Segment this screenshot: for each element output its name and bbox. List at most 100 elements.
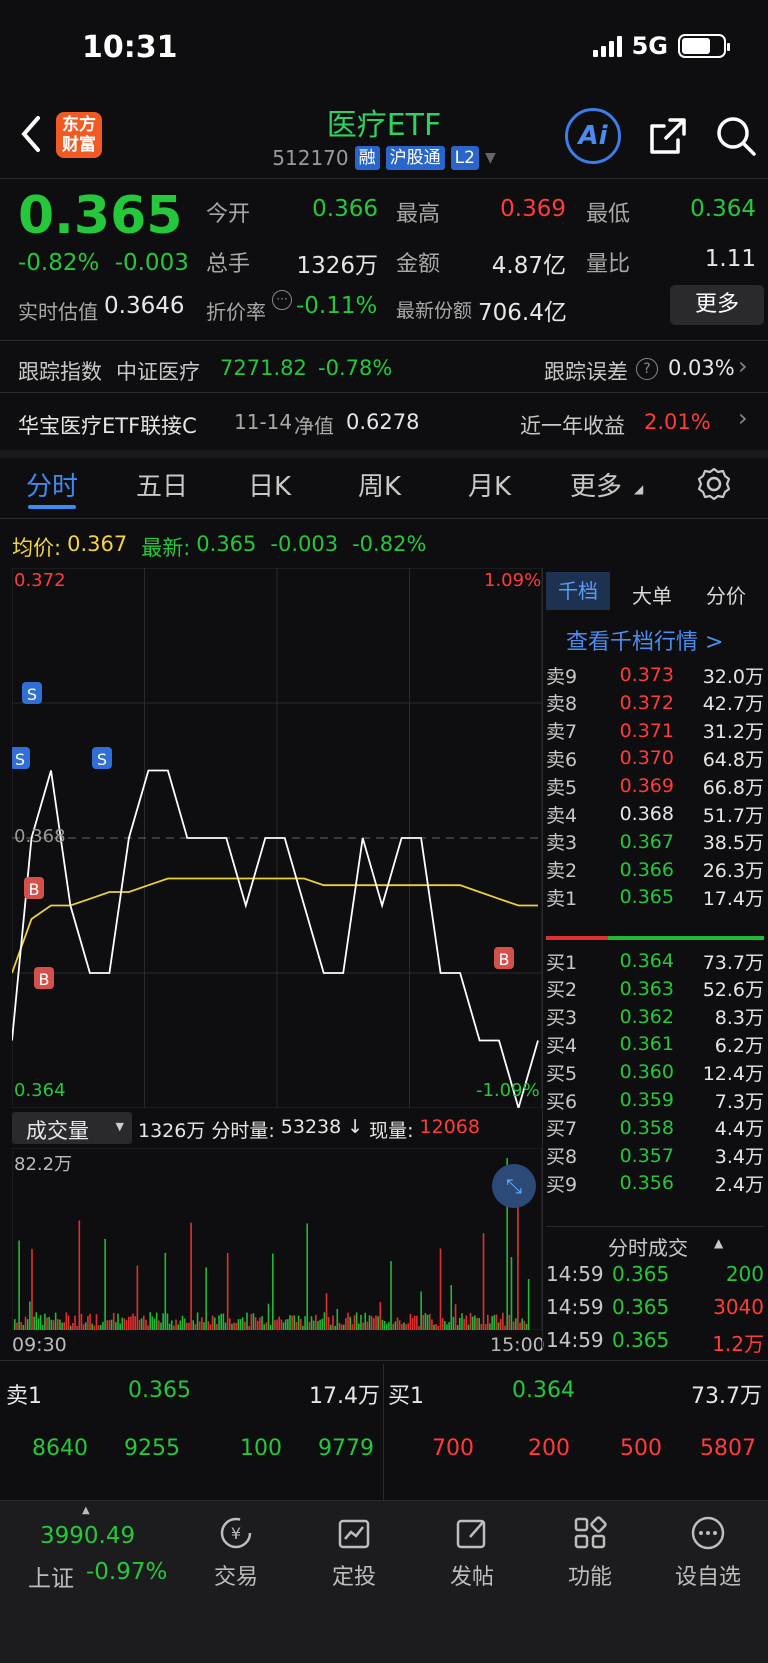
- volume-bar: [69, 1325, 72, 1330]
- chevron-right-icon[interactable]: ›: [738, 404, 748, 432]
- chevron-down-icon[interactable]: ▼: [485, 150, 496, 166]
- bid-row[interactable]: 买4 0.361 6.2万: [546, 1029, 764, 1059]
- linked-fund-name[interactable]: 华宝医疗ETF联接C: [18, 410, 197, 440]
- volume-bar: [523, 1320, 526, 1330]
- ask-row[interactable]: 卖4 0.368 51.7万: [546, 799, 764, 829]
- tab-price-distribution[interactable]: 分价: [706, 580, 746, 609]
- chart-header: 均价: 0.367 最新: 0.365 -0.003 -0.82%: [12, 532, 426, 562]
- volume-bar: [134, 1316, 136, 1330]
- expand-icon[interactable]: ⤡: [492, 1164, 536, 1208]
- settings-icon[interactable]: [696, 466, 732, 502]
- volume-bar: [401, 1323, 403, 1330]
- ask-queue-2: 9255: [124, 1436, 180, 1461]
- share-icon[interactable]: [646, 114, 690, 158]
- volume-bar: [469, 1312, 472, 1330]
- bid-row[interactable]: 买5 0.360 12.4万: [546, 1057, 764, 1087]
- price-chart[interactable]: S S S B B B: [12, 568, 542, 1108]
- volume-bar: [364, 1312, 367, 1330]
- ask-row[interactable]: 卖7 0.371 31.2万: [546, 716, 764, 746]
- volume-selector[interactable]: 成交量 ▼: [12, 1112, 132, 1144]
- bid-row[interactable]: 买9 0.356 2.4万: [546, 1168, 764, 1198]
- sh-index-value[interactable]: 3990.49: [40, 1523, 135, 1549]
- view-order-book-link[interactable]: 查看千档行情 >: [566, 624, 723, 656]
- bid-row[interactable]: 买3 0.362 8.3万: [546, 1002, 764, 1032]
- tab-big-orders[interactable]: 大单: [632, 580, 672, 609]
- nav-invest-label: 定投: [331, 1565, 376, 1590]
- amount-value: 4.87亿: [491, 253, 566, 279]
- tab-thousand-levels[interactable]: 千档: [546, 572, 610, 610]
- volume-bar: [407, 1323, 410, 1330]
- volume-bar: [433, 1324, 435, 1330]
- nav-trade[interactable]: ¥ 交易: [186, 1513, 286, 1591]
- tab-monthly-k[interactable]: 月K: [468, 466, 511, 503]
- nav-post[interactable]: 发帖: [422, 1513, 522, 1591]
- tab-more[interactable]: 更多: [570, 466, 622, 503]
- volume-bar: [222, 1313, 225, 1330]
- volume-bar: [80, 1313, 83, 1330]
- volume-bar: [306, 1223, 308, 1330]
- volume-bar: [416, 1315, 418, 1330]
- bid-row[interactable]: 买2 0.363 52.6万: [546, 974, 764, 1004]
- bid-volume: 12.4万: [702, 1062, 764, 1085]
- svg-text:S: S: [27, 685, 37, 704]
- trades-title[interactable]: 分时成交: [608, 1232, 688, 1261]
- volume-bar: [138, 1319, 141, 1330]
- bid-row[interactable]: 买7 0.358 4.4万: [546, 1113, 764, 1143]
- volume-bar: [347, 1312, 349, 1330]
- ask-row[interactable]: 卖1 0.365 17.4万: [546, 882, 764, 912]
- tab-weekly-k[interactable]: 周K: [358, 466, 401, 503]
- tab-five-day[interactable]: 五日: [136, 466, 188, 503]
- ask-row[interactable]: 卖6 0.370 64.8万: [546, 743, 764, 773]
- avg-value: 0.367: [67, 532, 128, 556]
- nav-watchlist[interactable]: 设自选: [658, 1513, 758, 1591]
- bid-level: 买8: [546, 1146, 578, 1169]
- volume-bar: [170, 1320, 173, 1330]
- tracking-error-value: 0.03%: [668, 356, 735, 380]
- ask-row[interactable]: 卖2 0.366 26.3万: [546, 855, 764, 885]
- volume-ratio-value: 1.11: [704, 246, 756, 272]
- ask-row[interactable]: 卖8 0.372 42.7万: [546, 688, 764, 718]
- volume-bar: [26, 1319, 29, 1330]
- ask-level: 卖7: [546, 721, 578, 744]
- ask-row[interactable]: 卖9 0.373 32.0万: [546, 660, 764, 690]
- latest-value: 0.365: [196, 532, 257, 556]
- ai-button[interactable]: Ai: [565, 108, 621, 164]
- volume-bars: [14, 1158, 530, 1330]
- ask-price: 0.371: [619, 719, 674, 742]
- open-value: 0.366: [312, 196, 378, 222]
- trade-price: 0.365: [612, 1262, 670, 1286]
- bid-volume: 52.6万: [702, 979, 764, 1002]
- bid-row[interactable]: 买1 0.364 73.7万: [546, 946, 764, 976]
- realtime-label: 实时估值: [18, 300, 98, 324]
- nav-functions[interactable]: 功能: [540, 1513, 640, 1591]
- volume-bar: [22, 1324, 25, 1330]
- tracking-index-name[interactable]: 中证医疗: [116, 356, 200, 386]
- chevron-right-icon[interactable]: ›: [738, 352, 748, 380]
- volume-bar: [463, 1318, 465, 1330]
- info-icon[interactable]: ···: [272, 290, 292, 310]
- ask-row[interactable]: 卖3 0.367 38.5万: [546, 827, 764, 857]
- bid-row[interactable]: 买8 0.357 3.4万: [546, 1141, 764, 1171]
- nav-invest[interactable]: 定投: [304, 1513, 404, 1591]
- volume-bar: [504, 1325, 506, 1330]
- tab-intraday[interactable]: 分时: [26, 466, 78, 503]
- search-icon[interactable]: [714, 114, 758, 158]
- sell-marker: S: [22, 682, 42, 704]
- trade-icon: ¥: [220, 1517, 252, 1549]
- sh-index-name[interactable]: 上证: [28, 1559, 74, 1593]
- volume-bar: [375, 1315, 377, 1330]
- volume-bar: [179, 1320, 182, 1330]
- volume-bar: [383, 1320, 386, 1330]
- volume-bar: [420, 1291, 422, 1330]
- tab-daily-k[interactable]: 日K: [248, 466, 291, 503]
- more-button[interactable]: 更多: [670, 285, 764, 325]
- ask-row[interactable]: 卖5 0.369 66.8万: [546, 771, 764, 801]
- bid-ratio-bar: [608, 936, 764, 940]
- help-icon[interactable]: ?: [636, 358, 658, 380]
- bid-row[interactable]: 买6 0.359 7.3万: [546, 1085, 764, 1115]
- volume-bar: [177, 1324, 179, 1330]
- volume-bar: [424, 1313, 427, 1330]
- volume-chart[interactable]: [12, 1148, 542, 1330]
- more-icon: [691, 1516, 725, 1550]
- volume-bar: [31, 1249, 33, 1330]
